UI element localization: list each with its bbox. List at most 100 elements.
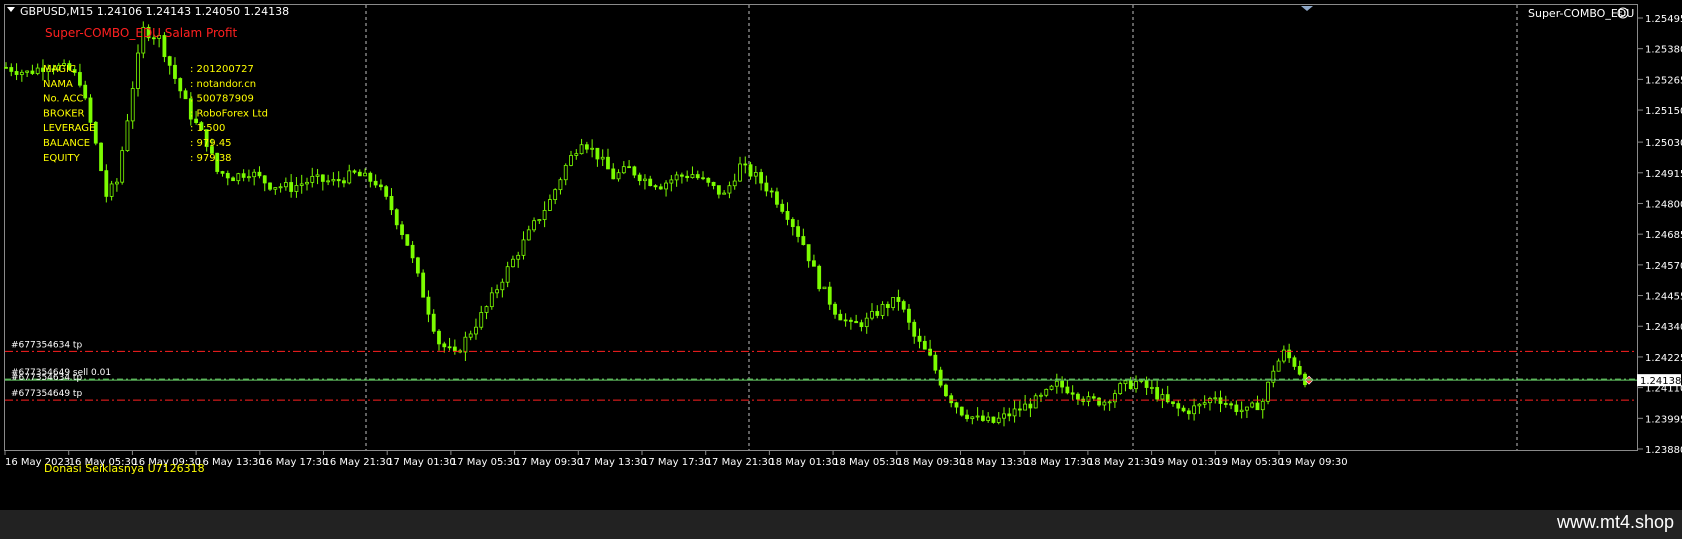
candle-body [468, 333, 473, 338]
candle-body [574, 153, 579, 156]
panel-label-broker: BROKER [43, 108, 85, 119]
candle-body [1039, 394, 1043, 397]
candle-body [1250, 402, 1255, 408]
candle-body [442, 343, 447, 348]
candle-body [1044, 388, 1049, 396]
candle-body [1102, 401, 1107, 406]
candle-body [701, 177, 705, 180]
panel-label-nama: NAMA [43, 79, 73, 90]
watermark: www.mt4.shop [1556, 512, 1674, 532]
candle-body [1076, 393, 1080, 400]
price-tick-label: 1.25150 [1645, 106, 1682, 117]
candle-body [1144, 380, 1149, 388]
candle-body [1149, 387, 1154, 389]
candle-body [1181, 407, 1186, 412]
candle-body [1213, 397, 1218, 400]
time-tick-label: 18 May 17:30 [1024, 457, 1093, 468]
time-tick-label: 18 May 21:30 [1088, 457, 1157, 468]
price-tick-label: 1.24800 [1645, 199, 1682, 210]
price-tick-label: 1.24685 [1645, 230, 1682, 241]
candle-body [1023, 403, 1028, 411]
candle-body [1107, 401, 1112, 404]
candle-body [495, 289, 499, 294]
candle-body [315, 174, 320, 177]
candle-body [125, 120, 130, 152]
candle-body [875, 311, 880, 316]
price-tick-label: 1.24340 [1645, 322, 1682, 333]
candle-body [1223, 403, 1228, 405]
candle-body [854, 321, 859, 324]
footer-bar [0, 510, 1682, 539]
candle-body [753, 172, 758, 177]
candle-body [558, 179, 563, 191]
candle-body [785, 211, 790, 220]
candle-body [120, 150, 125, 183]
candle-body [1134, 381, 1138, 390]
panel-value: : notandor.cn [190, 79, 256, 90]
candle-body [748, 164, 753, 177]
candle-body [400, 224, 404, 236]
candle-body [1002, 413, 1006, 419]
candle-body [658, 186, 663, 190]
candle-body [25, 70, 30, 73]
candle-body [109, 183, 114, 197]
candle-body [727, 185, 732, 194]
candle-body [241, 173, 246, 178]
candle-body [394, 209, 399, 226]
candle-body [305, 181, 309, 185]
candle-body [357, 171, 362, 177]
candle-body [907, 308, 911, 323]
candle-body [801, 236, 806, 246]
candle-body [695, 174, 700, 179]
candle-body [379, 184, 383, 188]
chart-canvas[interactable]: #677354634 tp#677354649 sell 0.01#677354… [0, 0, 1682, 510]
candle-body [716, 185, 721, 195]
candle-body [690, 174, 695, 179]
candle-body [885, 303, 890, 308]
candle-body [373, 180, 378, 186]
time-tick-label: 17 May 21:30 [706, 457, 775, 468]
candle-body [817, 265, 822, 290]
candle-body [1245, 406, 1249, 411]
candle-body [1292, 357, 1297, 367]
candle-body [563, 164, 568, 181]
candle-body [384, 186, 389, 197]
candle-body [706, 177, 711, 183]
candle-body [247, 176, 251, 179]
candle-body [320, 174, 325, 182]
price-tick-label: 1.24455 [1645, 292, 1682, 303]
candle-body [653, 185, 658, 188]
candle-body [590, 147, 595, 150]
candle-body [405, 234, 410, 246]
candle-body [669, 179, 674, 184]
candle-body [632, 166, 637, 176]
candle-body [35, 67, 40, 74]
candle-body [616, 172, 621, 180]
candle-body [1049, 385, 1054, 390]
candle-body [827, 286, 832, 305]
candle-body [901, 301, 906, 310]
candle-body [664, 182, 668, 190]
ea-panel-title: Super-COMBO_EDU Salam Profit [45, 26, 238, 40]
candle-body [283, 182, 288, 188]
panel-value: : 979.45 [190, 138, 232, 149]
price-tick-label: 1.24225 [1645, 353, 1682, 364]
indicator-label: Super-COMBO_EDU [1528, 7, 1634, 20]
candle-body [183, 90, 188, 100]
candle-body [743, 163, 748, 166]
candle-body [1266, 381, 1270, 402]
time-tick-label: 17 May 05:30 [451, 457, 520, 468]
candle-body [838, 313, 843, 321]
candle-body [236, 173, 241, 182]
candle-body [674, 174, 679, 181]
candle-body [579, 144, 584, 155]
candle-body [1070, 392, 1075, 395]
candle-body [368, 172, 373, 182]
candle-body [415, 257, 420, 274]
candle-body [99, 142, 103, 172]
panel-label-leverage: LEVERAGE [43, 123, 95, 134]
candle-body [1054, 380, 1059, 387]
candle-body [843, 319, 848, 322]
candle-body [489, 292, 494, 308]
time-tick-label: 16 May 17:30 [260, 457, 329, 468]
